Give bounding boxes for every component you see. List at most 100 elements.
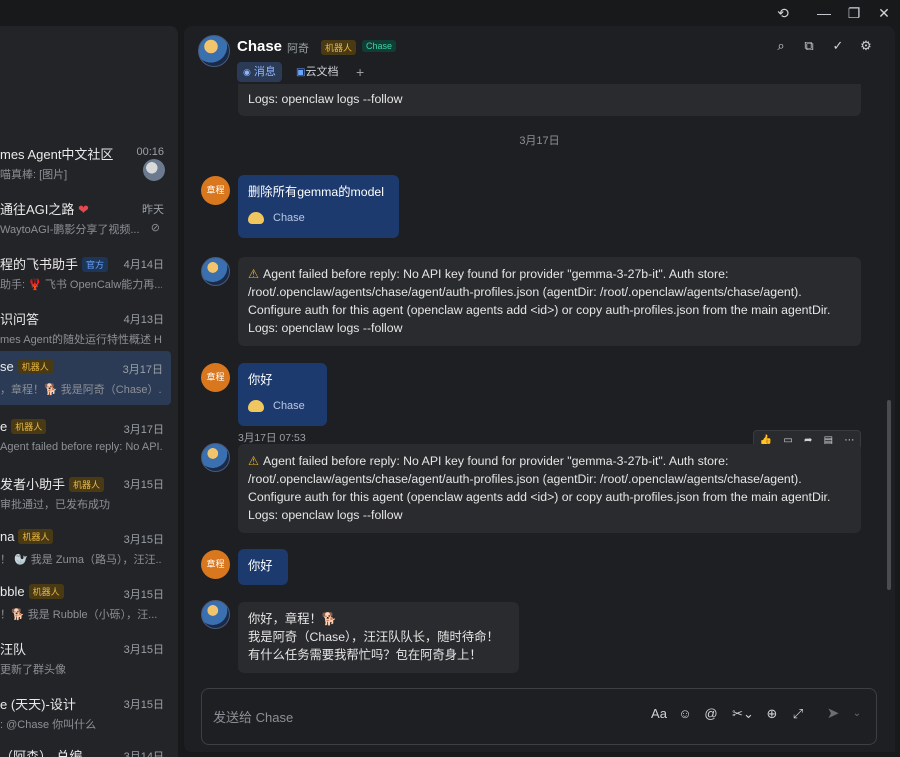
conversation-preview: Agent failed before reply: No API... [0,441,162,453]
message-composer[interactable]: 发送给 Chase Aa ☺ @ ✂⌄ ⊕ ⤢ ➤ ⌄ [201,688,877,745]
conversation-name: 程的飞书助手 官方 [0,254,109,273]
message-bubble: 删除所有gemma的model Chase [238,175,399,238]
conversation-preview: 审批通过，已发布成功 [0,499,110,511]
close-icon[interactable]: ✕ [874,3,894,23]
conversation-time: 3月15日 [123,534,164,546]
conversation-preview: ，章程！🐕 我是阿奇（Chase）... [0,384,162,396]
conversation-item[interactable]: e (天天)-设计 3月15日 : @Chase 你叫什么 [0,686,178,741]
conversation-time: 昨天 [142,204,164,216]
screen-share-icon[interactable]: ⧉ [801,38,817,54]
send-options-icon[interactable]: ⌄ [848,705,866,723]
conversation-item[interactable]: 程的飞书助手 官方 4月14日 助手: 🦞 飞书 OpenCalw能力再... [0,246,178,301]
minimize-icon[interactable]: — [814,3,834,23]
conversation-preview: ！🐕 我是 Rubble（小砾），汪... [0,609,158,621]
message-list: Logs: openclaw logs --follow 3月17日 章程 删除… [184,84,895,684]
app-window: ⟲ — ❐ ✕ mes Agent中文社区 00:16 喵真棒: [图片] 通往… [0,0,900,757]
conversation-item[interactable]: 发者小助手 机器人 3月15日 审批通过，已发布成功 [0,466,178,521]
tab-messages[interactable]: ◉ 消息 [237,62,282,82]
conversation-time: 3月15日 [123,479,164,491]
date-separator: 3月17日 [519,135,560,147]
conversation-preview: WaytoAGI-鹏影分享了视频... [0,224,140,236]
conversation-time: 3月17日 [122,364,163,376]
bot-face-icon [248,212,264,224]
send-icon[interactable]: ➤ [824,705,842,723]
avatar[interactable]: 章程 [201,363,230,392]
conversation-time: 3月14日 [123,751,164,757]
message-bubble: ⚠ Agent failed before reply: No API key f… [238,444,861,533]
restore-icon[interactable]: ❐ [844,3,864,23]
conversation-item[interactable]: （阿森）-总编 3月14日 [0,738,178,757]
avatar[interactable]: 章程 [201,176,230,205]
conversation-time: 3月15日 [123,699,164,711]
conversation-name: bble 机器人 [0,584,64,599]
conversation-name: e (天天)-设计 [0,697,76,712]
conversation-preview: 更新了群头像 [0,664,66,676]
conversation-name: 识问答 [0,312,40,327]
message-text: 你好 [248,559,273,573]
conversation-item[interactable]: 通往AGI之路 ❤ 昨天 WaytoAGI-鹏影分享了视频... ⊘ [0,191,178,246]
conversation-item[interactable]: 汪队 3月15日 更新了群头像 [0,631,178,686]
conversation-preview: : @Chase 你叫什么 [0,719,97,731]
message-text: 你好 [248,373,273,387]
message-text: 你好，章程！🐕 [248,612,338,626]
conversation-item[interactable]: na 机器人 3月15日 ！ 🦭 我是 Zuma（路马），汪汪... [0,521,178,576]
message-text: Logs: openclaw logs --follow [248,508,403,522]
scissors-icon[interactable]: ✂⌄ [730,705,756,723]
message-text: 有什么任务需要我帮忙吗？包在阿奇身上！ [248,648,482,662]
bot-badge: 机器人 [69,477,105,492]
mention-icon[interactable]: @ [702,705,720,723]
bot-badge: 机器人 [11,419,47,434]
search-icon[interactable]: ⌕ [773,38,789,54]
conversation-list: mes Agent中文社区 00:16 喵真棒: [图片] 通往AGI之路 ❤ … [0,26,178,757]
done-icon[interactable]: ✓ [830,38,846,54]
conversation-item-selected[interactable]: se 机器人 3月17日 ，章程！🐕 我是阿奇（Chase）... [0,351,171,405]
avatar[interactable]: 章程 [201,550,230,579]
tab-docs[interactable]: ▣云文档 [290,62,344,82]
message-text: ⚠ Agent failed before reply: No API key f… [248,267,729,281]
emoji-icon[interactable]: ☺ [676,705,694,723]
conversation-name: （阿森）-总编 [0,749,83,757]
chat-header: Chase 阿奇 机器人 Chase ◉ 消息 ▣云文档 + ⌕ ⧉ ✓ ⚙ [184,26,895,84]
add-tab-button[interactable]: + [356,62,364,82]
conversation-name: 汪队 [0,642,27,657]
settings-icon[interactable]: ⚙ [858,38,874,54]
message-bubble: ⚠ Agent failed before reply: No API key f… [238,257,861,346]
chat-alias: 阿奇 [287,43,309,55]
conversation-item[interactable]: bble 机器人 3月15日 ！🐕 我是 Rubble（小砾），汪... [0,576,178,631]
avatar[interactable] [201,600,230,629]
avatar[interactable] [198,35,230,67]
conversation-name: mes Agent中文社区 [0,147,114,162]
group-avatar [143,159,165,181]
mention-chip[interactable]: Chase [248,209,389,227]
conversation-name: na 机器人 [0,529,54,544]
conversation-time: 4月13日 [123,314,164,326]
history-icon[interactable]: ⟲ [773,3,793,23]
conversation-item[interactable]: 识问答 4月13日 mes Agent的随处运行特性概述 H... [0,301,178,356]
mute-icon: ⊘ [150,222,160,234]
message-text: Configure auth for this agent (openclaw … [248,490,831,504]
avatar[interactable] [201,257,230,286]
conversation-preview: ！ 🦭 我是 Zuma（路马），汪汪... [0,554,162,566]
conversation-preview: 喵真棒: [图片] [0,169,68,181]
composer-placeholder[interactable]: 发送给 Chase [213,707,293,726]
message-text: /root/.openclaw/agents/chase/agent/auth-… [248,285,802,299]
conversation-name: 通往AGI之路 ❤ [0,202,89,217]
avatar[interactable] [201,443,230,472]
message-text: Configure auth for this agent (openclaw … [248,303,831,317]
text-format-icon[interactable]: Aa [650,705,668,723]
conversation-time: 00:16 [136,146,164,158]
mention-chip[interactable]: Chase [248,397,317,415]
add-icon[interactable]: ⊕ [763,705,781,723]
message-text: ⚠ Agent failed before reply: No API key f… [248,454,729,468]
message-bubble-partial: Logs: openclaw logs --follow [238,84,861,116]
conversation-item[interactable]: mes Agent中文社区 00:16 喵真棒: [图片] [0,136,178,191]
conversation-time: 4月14日 [123,259,164,271]
conversation-item[interactable]: e 机器人 3月17日 Agent failed before reply: No… [0,411,178,466]
bot-badge: 机器人 [321,40,357,55]
expand-icon[interactable]: ⤢ [789,705,807,723]
chat-panel: Chase 阿奇 机器人 Chase ◉ 消息 ▣云文档 + ⌕ ⧉ ✓ ⚙ L… [184,26,895,752]
bot-badge: 机器人 [18,529,54,544]
scrollbar[interactable] [887,400,891,590]
conversation-time: 3月17日 [123,424,164,436]
message-text: Logs: openclaw logs --follow [248,321,403,335]
